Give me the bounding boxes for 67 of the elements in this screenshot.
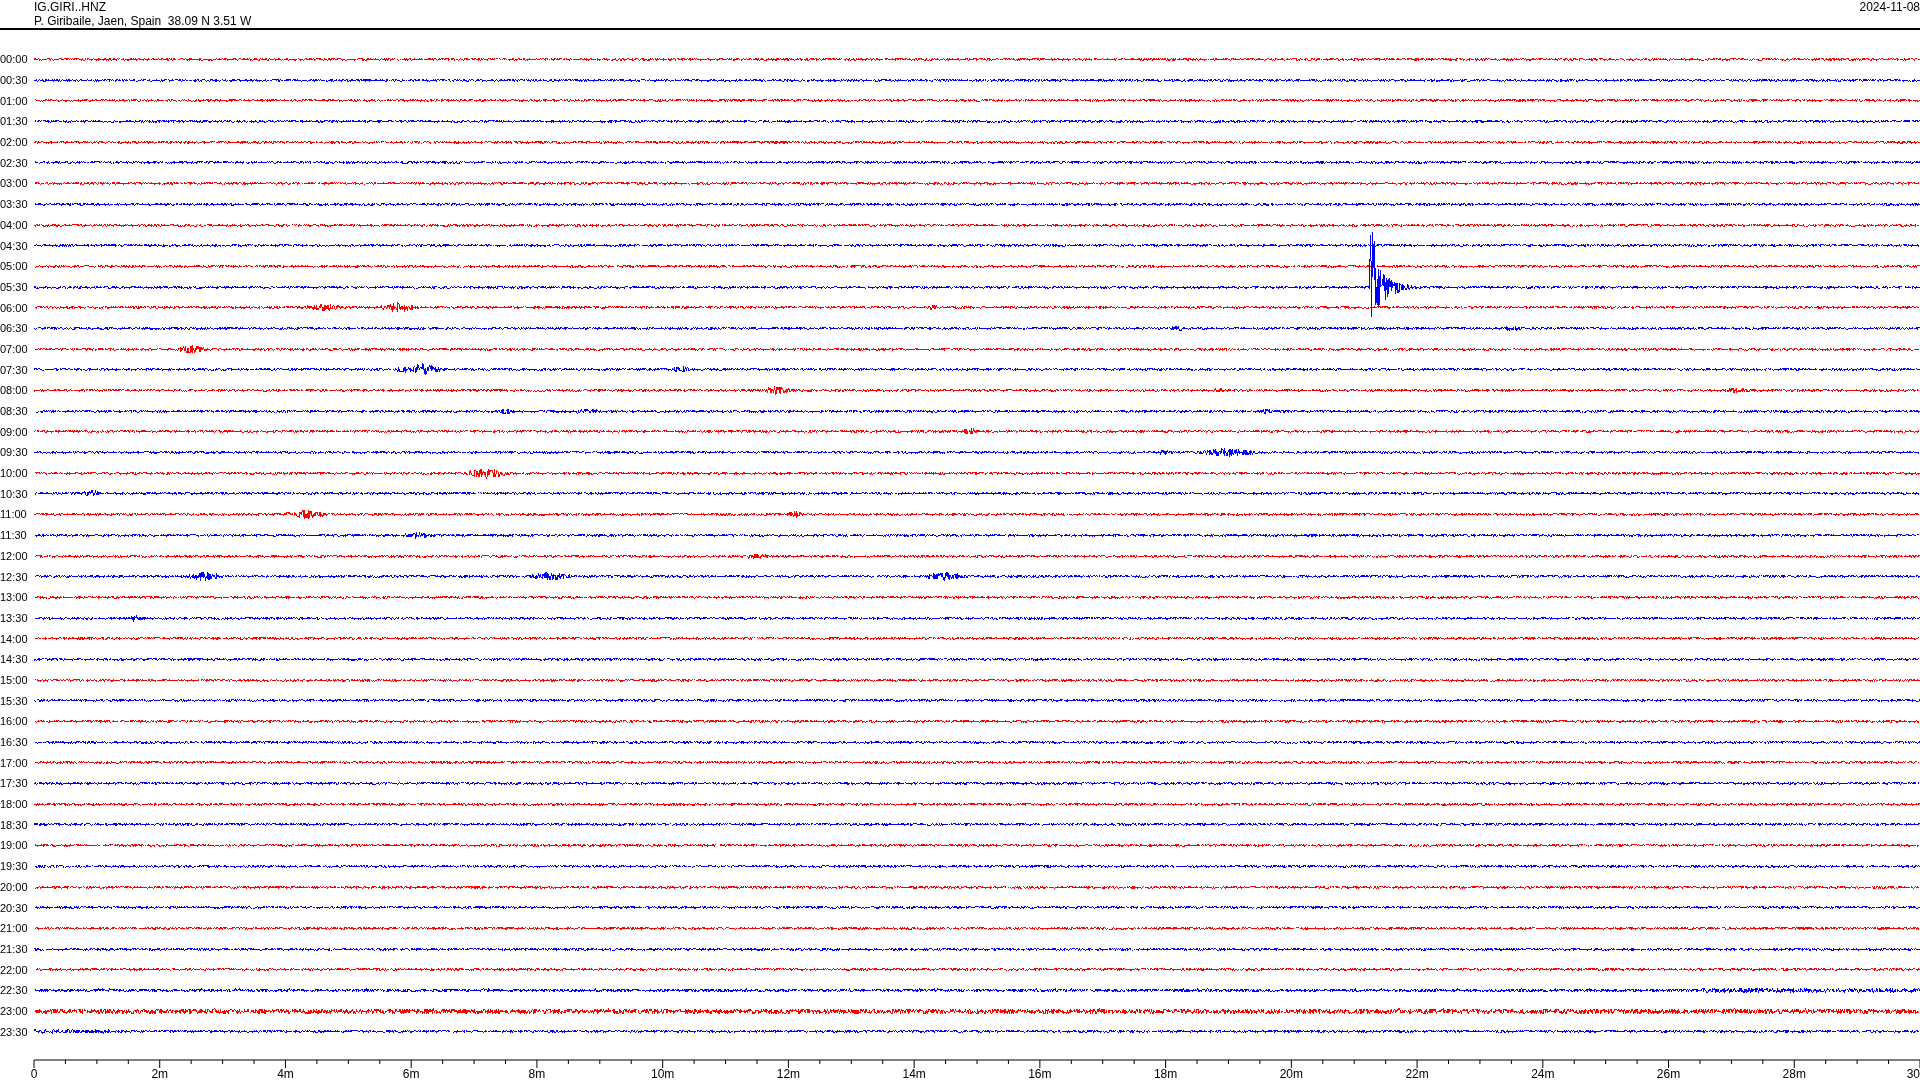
time-label: 01:30: [0, 115, 29, 128]
time-label: 21:30: [0, 942, 29, 955]
time-label: 09:30: [0, 446, 29, 459]
time-label: 08:30: [0, 405, 29, 418]
time-label: 03:00: [0, 177, 29, 190]
time-label: 18:30: [0, 818, 29, 831]
tick-label: 0: [30, 1067, 38, 1080]
time-label: 20:30: [0, 901, 29, 914]
time-label: 05:30: [0, 280, 29, 293]
time-label: 01:00: [0, 94, 29, 107]
time-label: 19:00: [0, 839, 29, 852]
tick-label: 4m: [277, 1067, 294, 1080]
tick-label: 16m: [1028, 1067, 1052, 1080]
time-label: 06:00: [0, 301, 29, 314]
tick-label: 2m: [151, 1067, 169, 1080]
station-location: P. Giribaile, Jaen, Spain 38.09 N 3.51 W: [34, 14, 252, 28]
time-label: 13:00: [0, 591, 29, 604]
time-label: 16:00: [0, 715, 29, 728]
time-label: 09:00: [0, 425, 29, 438]
tick-label: 24m: [1531, 1067, 1555, 1080]
time-label: 02:00: [0, 136, 29, 149]
time-label: 21:00: [0, 922, 29, 935]
time-label: 23:30: [0, 1025, 29, 1038]
time-label: 12:00: [0, 549, 29, 562]
time-label: 15:30: [0, 694, 29, 707]
time-label: 17:30: [0, 777, 29, 790]
time-label: 00:30: [0, 74, 29, 87]
tick-label: 10m: [651, 1067, 675, 1080]
time-label: 17:00: [0, 756, 29, 769]
tick-label: 28m: [1782, 1067, 1806, 1080]
time-label: 22:30: [0, 984, 29, 997]
tick-label: 8m: [528, 1067, 546, 1080]
time-label: 05:00: [0, 260, 29, 273]
tick-label: 18m: [1153, 1067, 1178, 1080]
time-label: 14:30: [0, 653, 29, 666]
time-label: 14:00: [0, 632, 29, 645]
time-label: 22:00: [0, 963, 29, 976]
tick-label: 14m: [902, 1067, 926, 1080]
time-label: 13:30: [0, 611, 29, 624]
time-label: 19:30: [0, 860, 29, 873]
time-label: 23:00: [0, 1004, 29, 1017]
tick-label: 6m: [402, 1067, 420, 1080]
time-label: 02:30: [0, 156, 29, 169]
date-label: 2024-11-08: [1859, 0, 1920, 14]
time-label: 04:30: [0, 239, 29, 252]
station-code: IG.GIRI..HNZ: [34, 0, 107, 14]
time-label: 07:00: [0, 342, 29, 355]
time-label: 08:00: [0, 384, 29, 397]
tick-label: 12m: [776, 1067, 801, 1080]
time-label: 04:00: [0, 218, 29, 231]
time-label: 03:30: [0, 198, 29, 211]
time-label: 06:30: [0, 322, 29, 335]
time-label: 11:30: [0, 529, 28, 542]
time-label: 10:00: [0, 467, 29, 480]
time-label: 10:30: [0, 487, 29, 500]
time-label: 11:00: [0, 508, 28, 521]
time-label: 15:00: [0, 673, 29, 686]
time-label: 00:00: [0, 53, 29, 66]
time-label: 07:30: [0, 363, 29, 376]
tick-label: 20m: [1279, 1067, 1303, 1080]
tick-label: 30: [1906, 1067, 1920, 1080]
tick-label: 26m: [1656, 1067, 1681, 1080]
tick-label: 22m: [1405, 1067, 1429, 1080]
time-label: 20:00: [0, 880, 29, 893]
time-label: 18:00: [0, 798, 29, 811]
time-label: 16:30: [0, 736, 29, 749]
time-label: 12:30: [0, 570, 29, 583]
